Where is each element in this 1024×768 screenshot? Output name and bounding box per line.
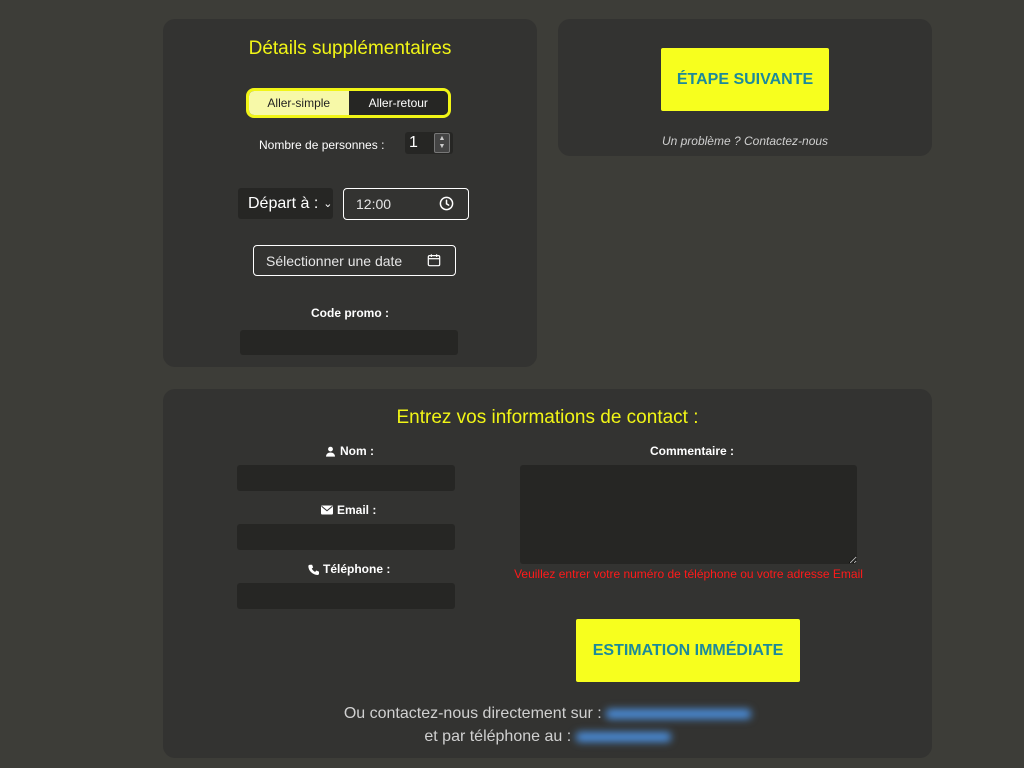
depart-select-label: Départ à : (248, 194, 319, 212)
name-label-row: Nom : (325, 444, 374, 458)
time-value: 12:00 (356, 196, 392, 212)
contact-title: Entrez vos informations de contact : (396, 407, 699, 428)
round-trip-option[interactable]: Aller-retour (348, 91, 448, 115)
contact-card: Entrez vos informations de contact : Nom… (163, 389, 932, 758)
name-label: Nom : (340, 444, 374, 458)
contact-help-link[interactable]: Un problème ? Contactez-nous (558, 134, 932, 148)
stepper-arrows-icon[interactable]: ▲ ▼ (434, 133, 450, 153)
people-label: Nombre de personnes : (259, 138, 385, 152)
people-stepper[interactable]: 1 ▲ ▼ (405, 132, 453, 154)
direct-contact-line: Ou contactez-nous directement sur : (163, 705, 932, 723)
promo-label: Code promo : (311, 306, 389, 320)
chevron-down-icon: ⌄ (323, 198, 333, 210)
direct-contact-text: Ou contactez-nous directement sur : (343, 705, 602, 722)
user-icon (326, 446, 335, 457)
phone-contact-line: et par téléphone au : (163, 728, 932, 746)
validation-error: Veuillez entrer votre numéro de téléphon… (514, 567, 863, 581)
details-title: Détails supplémentaires (248, 38, 452, 59)
next-step-card: ÉTAPE SUIVANTE Un problème ? Contactez-n… (558, 19, 932, 156)
envelope-icon (321, 505, 333, 515)
estimate-button[interactable]: ESTIMATION IMMÉDIATE (576, 619, 800, 682)
details-card: Détails supplémentaires Aller-simple All… (163, 19, 537, 367)
email-label-row: Email : (321, 503, 376, 517)
email-link-redacted[interactable] (606, 708, 752, 719)
one-way-option[interactable]: Aller-simple (249, 91, 349, 115)
people-value: 1 (409, 134, 418, 151)
next-step-button[interactable]: ÉTAPE SUIVANTE (661, 48, 829, 111)
phone-link-redacted[interactable] (575, 731, 671, 742)
trip-type-toggle: Aller-simple Aller-retour (246, 88, 451, 118)
phone-label-row: Téléphone : (308, 562, 390, 576)
email-input[interactable] (237, 524, 455, 550)
date-placeholder: Sélectionner une date (266, 252, 403, 269)
promo-input[interactable] (240, 330, 458, 355)
phone-contact-text: et par téléphone au : (424, 728, 572, 745)
email-label: Email : (337, 503, 377, 517)
depart-select[interactable]: Départ à : ⌄ (238, 188, 333, 219)
name-input[interactable] (237, 465, 455, 491)
comment-textarea[interactable] (520, 465, 857, 564)
phone-label: Téléphone : (323, 562, 391, 576)
time-input[interactable]: 12:00 (343, 188, 469, 220)
date-input[interactable]: Sélectionner une date (253, 245, 456, 276)
phone-input[interactable] (237, 583, 455, 609)
comment-label: Commentaire : (650, 444, 735, 458)
calendar-icon[interactable] (427, 253, 441, 270)
clock-icon[interactable] (439, 196, 454, 214)
phone-icon (308, 564, 319, 575)
